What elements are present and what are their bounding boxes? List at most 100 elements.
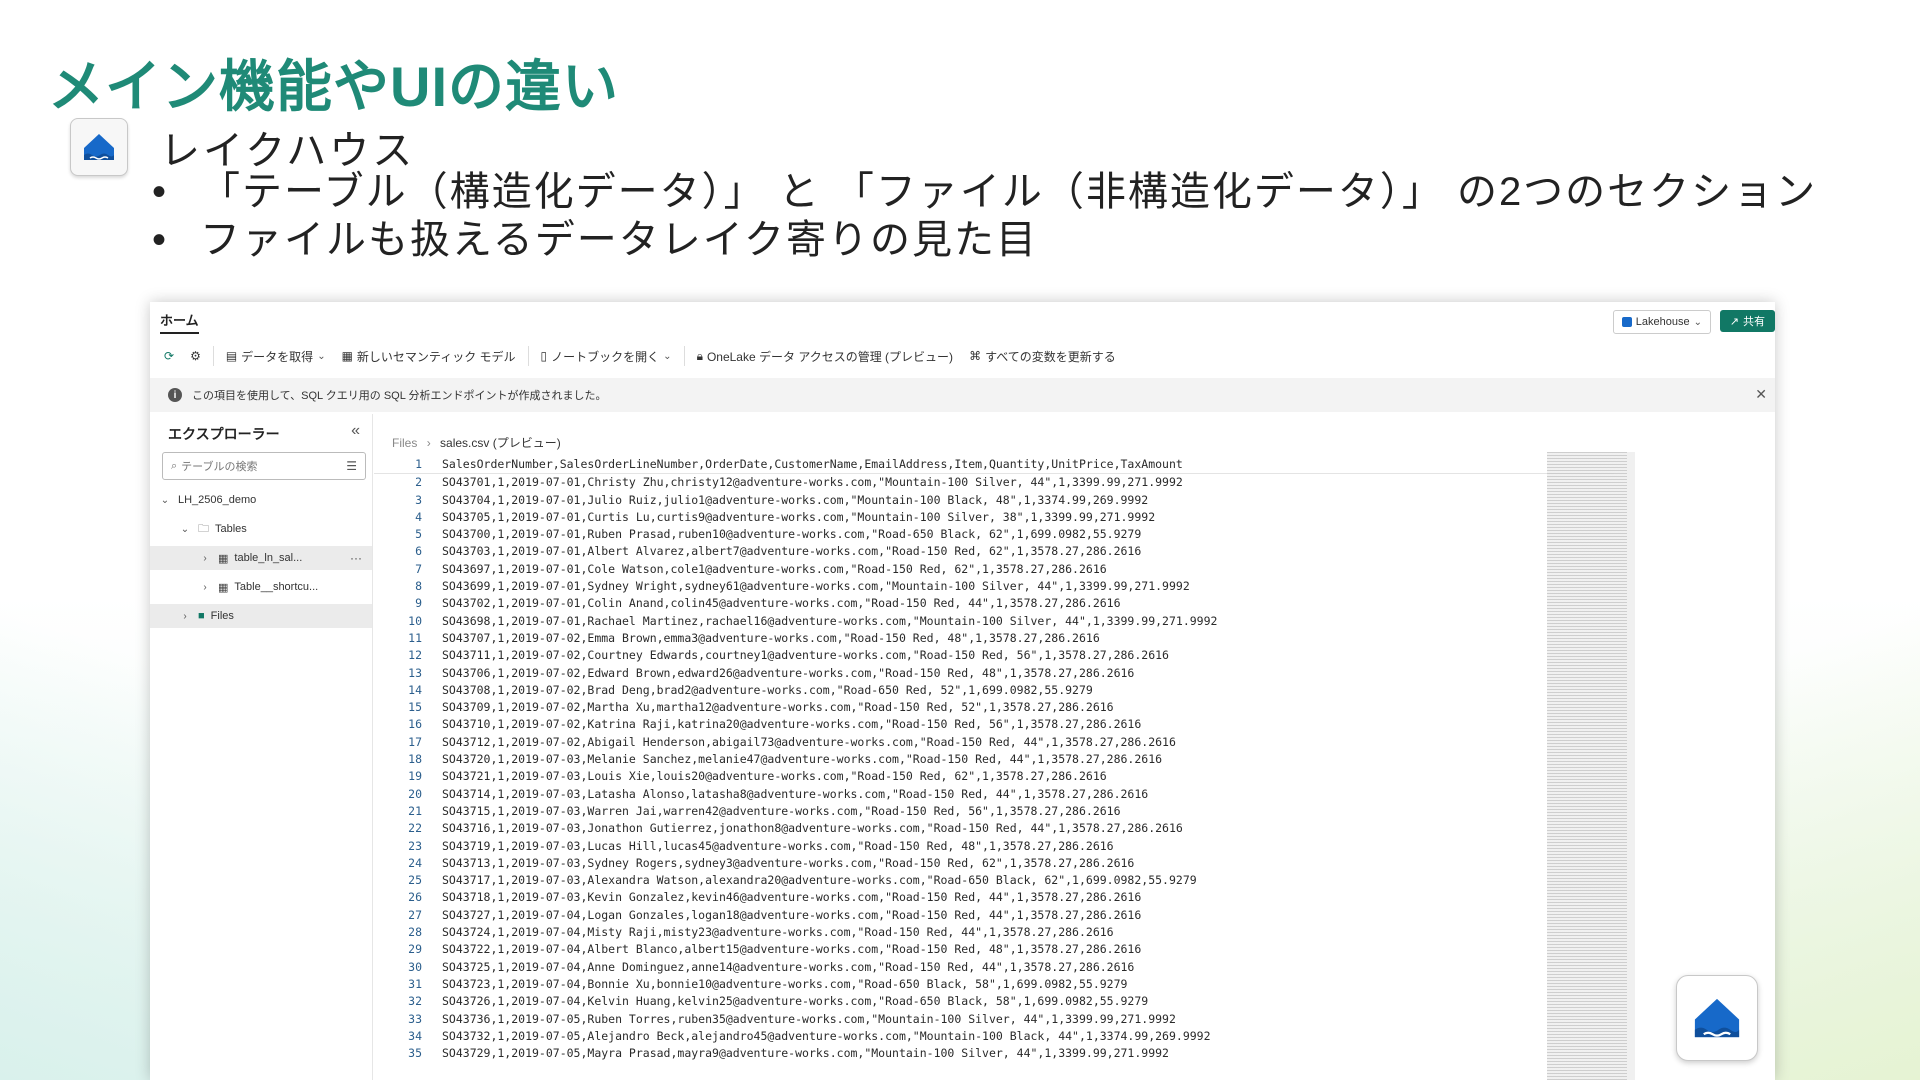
tree-item-files[interactable]: › ■ Files <box>150 604 372 628</box>
tree-item-tables[interactable]: ⌄ 🗀 Tables <box>150 517 372 541</box>
refresh-all-button[interactable]: ⌘ すべての変数を更新する <box>963 344 1122 369</box>
line-text: SO43718,1,2019-07-03,Kevin Gonzalez,kevi… <box>442 890 1142 905</box>
chevron-right-icon: › <box>426 436 431 450</box>
line-text: SalesOrderNumber,SalesOrderLineNumber,Or… <box>442 457 1183 471</box>
line-number: 35 <box>408 1046 422 1061</box>
code-line: 16 SO43710,1,2019-07-02,Katrina Raji,katr… <box>374 716 1614 733</box>
folder-icon: ■ <box>198 610 205 622</box>
line-number: 5 <box>415 527 422 542</box>
line-text: SO43711,1,2019-07-02,Courtney Edwards,co… <box>442 648 1169 663</box>
toolbar-divider <box>683 346 685 366</box>
line-text: SO43732,1,2019-07-05,Alejandro Beck,alej… <box>442 1028 1211 1043</box>
variables-icon: ⌘ <box>969 349 982 363</box>
tree-item-lakehouse[interactable]: ⌄ LH_2506_demo <box>150 488 372 512</box>
toolbar-divider <box>527 346 529 366</box>
model-icon: ▦ <box>341 349 353 363</box>
line-text: SO43710,1,2019-07-02,Katrina Raji,katrin… <box>442 717 1142 732</box>
settings-button[interactable]: ⚙ <box>184 345 207 367</box>
workspace-selector[interactable]: Lakehouse ⌄ <box>1612 310 1711 334</box>
close-icon[interactable]: ✕ <box>1755 386 1767 403</box>
line-number: 1 <box>415 457 422 471</box>
line-text: SO43701,1,2019-07-01,Christy Zhu,christy… <box>442 475 1183 490</box>
line-number: 32 <box>408 994 422 1009</box>
chevron-down-icon: ⌄ <box>317 350 326 362</box>
line-text: SO43698,1,2019-07-01,Rachael Martinez,ra… <box>442 613 1218 628</box>
line-text: SO43721,1,2019-07-03,Louis Xie,louis20@a… <box>442 769 1107 784</box>
line-number: 9 <box>415 596 422 611</box>
line-number: 7 <box>415 561 422 576</box>
table-search-input[interactable]: ⌕ テーブルの検索 ☰ <box>162 452 366 480</box>
code-line: 19 SO43721,1,2019-07-03,Louis Xie,louis20… <box>374 768 1614 785</box>
code-line: 20 SO43714,1,2019-07-03,Latasha Alonso,la… <box>374 786 1614 803</box>
share-icon: ↗ <box>1729 315 1739 328</box>
tab-home[interactable]: ホーム <box>160 310 199 334</box>
explorer-tree: ⌄ LH_2506_demo ⌄ 🗀 Tables › ▦ table_ln_s… <box>150 488 372 633</box>
line-number: 20 <box>408 786 422 801</box>
get-data-button[interactable]: ▤ データを取得 ⌄ <box>220 344 332 369</box>
tree-item-table-shortcut[interactable]: › ▦ Table__shortcu... <box>150 575 372 599</box>
lakehouse-icon <box>70 118 128 176</box>
line-text: SO43726,1,2019-07-04,Kelvin Huang,kelvin… <box>442 994 1149 1009</box>
info-icon: i <box>168 388 182 402</box>
code-line: 34 SO43732,1,2019-07-05,Alejandro Beck,al… <box>374 1028 1614 1045</box>
chevron-down-icon: ⌄ <box>1693 316 1702 328</box>
more-options-icon[interactable]: ··· <box>350 551 362 565</box>
line-number: 31 <box>408 976 422 991</box>
line-number: 18 <box>408 752 422 767</box>
line-number: 21 <box>408 803 422 818</box>
line-number: 34 <box>408 1028 422 1043</box>
code-line: 33 SO43736,1,2019-07-05,Ruben Torres,rube… <box>374 1011 1614 1028</box>
line-number: 24 <box>408 855 422 870</box>
line-text: SO43699,1,2019-07-01,Sydney Wright,sydne… <box>442 579 1190 594</box>
code-line: 32 SO43726,1,2019-07-04,Kelvin Huang,kelv… <box>374 993 1614 1010</box>
code-line: 17 SO43712,1,2019-07-02,Abigail Henderson… <box>374 734 1614 751</box>
code-line: 8 SO43699,1,2019-07-01,Sydney Wright,sydn… <box>374 578 1614 595</box>
folder-icon: 🗀 <box>198 522 209 535</box>
code-line: 27 SO43727,1,2019-07-04,Logan Gonzales,lo… <box>374 907 1614 924</box>
line-number: 27 <box>408 907 422 922</box>
line-text: SO43719,1,2019-07-03,Lucas Hill,lucas45@… <box>442 838 1114 853</box>
code-line: 24 SO43713,1,2019-07-03,Sydney Rogers,syd… <box>374 855 1614 872</box>
collapse-icon[interactable]: « <box>351 422 360 440</box>
info-message: この項目を使用して、SQL クエリ用の SQL 分析エンドポイントが作成されまし… <box>192 390 607 402</box>
onelake-access-button[interactable]: 🔒︎ OneLake データ アクセスの管理 (プレビュー) <box>691 344 960 369</box>
search-icon: ⌕ <box>171 459 178 472</box>
open-notebook-button[interactable]: ▯ ノートブックを開く ⌄ <box>535 344 678 369</box>
breadcrumb-root[interactable]: Files <box>392 436 417 450</box>
line-text: SO43708,1,2019-07-02,Brad Deng,brad2@adv… <box>442 682 1093 697</box>
line-text: SO43717,1,2019-07-03,Alexandra Watson,al… <box>442 873 1197 888</box>
line-text: SO43727,1,2019-07-04,Logan Gonzales,loga… <box>442 907 1142 922</box>
line-number: 11 <box>408 630 422 645</box>
line-text: SO43722,1,2019-07-04,Albert Blanco,alber… <box>442 942 1142 957</box>
code-minimap[interactable] <box>1547 452 1627 1080</box>
line-text: SO43697,1,2019-07-01,Cole Watson,cole1@a… <box>442 561 1107 576</box>
line-text: SO43700,1,2019-07-01,Ruben Prasad,ruben1… <box>442 527 1142 542</box>
line-text: SO43725,1,2019-07-04,Anne Dominguez,anne… <box>442 959 1135 974</box>
toolbar: ⟳ ⚙ ▤ データを取得 ⌄ ▦ 新しいセマンティック モデル ▯ ノートブック… <box>158 338 1775 374</box>
line-number: 2 <box>415 475 422 490</box>
code-line: 18 SO43720,1,2019-07-03,Melanie Sanchez,m… <box>374 751 1614 768</box>
tree-item-table[interactable]: › ▦ table_ln_sal... ··· <box>150 546 372 570</box>
line-number: 33 <box>408 1011 422 1026</box>
line-text: SO43703,1,2019-07-01,Albert Alvarez,albe… <box>442 544 1142 559</box>
database-icon: ▤ <box>225 349 238 363</box>
line-text: SO43723,1,2019-07-04,Bonnie Xu,bonnie10@… <box>442 976 1128 991</box>
refresh-icon-button[interactable]: ⟳ <box>158 345 180 367</box>
table-icon: ▦ <box>218 552 229 565</box>
share-button[interactable]: ↗ 共有 <box>1719 310 1775 332</box>
filter-icon[interactable]: ☰ <box>346 459 357 473</box>
vertical-scrollbar[interactable] <box>1627 452 1635 1080</box>
notebook-icon: ▯ <box>540 349 548 363</box>
line-text: SO43712,1,2019-07-02,Abigail Henderson,a… <box>442 734 1176 749</box>
line-text: SO43705,1,2019-07-01,Curtis Lu,curtis9@a… <box>442 509 1156 524</box>
csv-preview: 1 SalesOrderNumber,SalesOrderLineNumber,O… <box>374 456 1614 1062</box>
line-text: SO43724,1,2019-07-04,Misty Raji,misty23@… <box>442 925 1114 940</box>
line-number: 17 <box>408 734 422 749</box>
code-line: 15 SO43709,1,2019-07-02,Martha Xu,martha1… <box>374 699 1614 716</box>
new-semantic-model-button[interactable]: ▦ 新しいセマンティック モデル <box>336 344 522 369</box>
code-line: 31 SO43723,1,2019-07-04,Bonnie Xu,bonnie1… <box>374 976 1614 993</box>
line-text: SO43706,1,2019-07-02,Edward Brown,edward… <box>442 665 1135 680</box>
code-line: 10 SO43698,1,2019-07-01,Rachael Martinez,… <box>374 613 1614 630</box>
line-text: SO43707,1,2019-07-02,Emma Brown,emma3@ad… <box>442 630 1100 645</box>
code-line: 1 SalesOrderNumber,SalesOrderLineNumber,O… <box>374 456 1614 475</box>
